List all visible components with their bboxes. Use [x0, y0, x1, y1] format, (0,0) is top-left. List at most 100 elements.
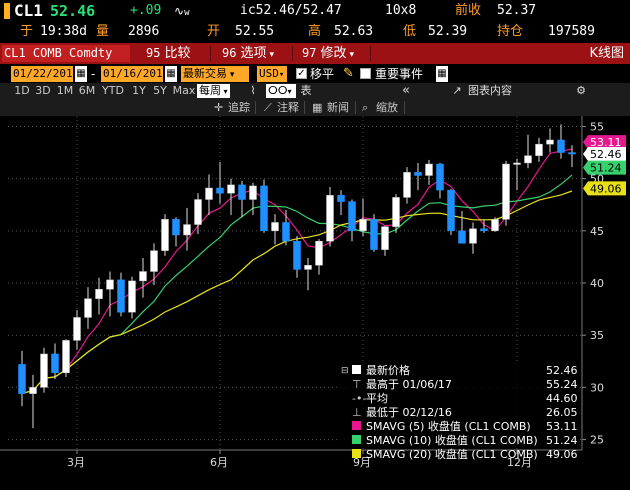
collapse-icon[interactable]: «	[395, 84, 417, 98]
compare-menu[interactable]: 95 比较	[146, 45, 190, 62]
table-label[interactable]: 表	[300, 84, 312, 98]
tracking-tool[interactable]: 追踪	[228, 99, 250, 116]
end-calendar-icon[interactable]: ▦	[165, 66, 177, 82]
legend-low-icon: ⊥	[352, 406, 362, 419]
period-1d[interactable]: 1D	[13, 84, 31, 98]
legend-high-icon: ⊤	[352, 378, 362, 391]
price-chart[interactable]: 25303540455055 3月 6月 9月 12月 53.1152.4651.24…	[0, 116, 630, 490]
menu-divider	[370, 46, 371, 61]
candle-body	[469, 228, 477, 244]
candle-body	[403, 172, 411, 198]
events-grid-icon[interactable]: ▦	[436, 66, 448, 82]
chart-content-icon[interactable]: ↗	[450, 84, 464, 98]
candle-body	[271, 222, 279, 232]
price-mode-value: 最新交易	[183, 67, 227, 80]
frequency-dropdown-icon: ▾	[221, 87, 228, 96]
news-icon[interactable]: ▦	[312, 99, 322, 116]
ticker[interactable]: CL1	[14, 0, 43, 22]
period-ytd[interactable]: YTD	[100, 84, 126, 98]
period-max[interactable]: Max	[172, 84, 196, 98]
legend-low-value: 26.05	[546, 406, 578, 419]
sma-10-tag-text: 51.24	[590, 162, 622, 175]
chart-content-label[interactable]: 图表内容	[468, 84, 518, 98]
date-range-separator: -	[91, 67, 96, 81]
events-checkbox[interactable]	[360, 68, 371, 79]
open-value: 52.55	[235, 24, 275, 39]
period-5y[interactable]: 5Y	[151, 84, 169, 98]
candle-body	[106, 279, 114, 290]
frequency-select[interactable]: 每周 ▾	[197, 84, 230, 98]
y-tick-label: 35	[590, 329, 604, 342]
candle-body	[194, 199, 202, 225]
candle-body	[117, 279, 125, 313]
price-mode-dropdown-icon: ▾	[227, 70, 235, 80]
prev-close-label: 前收	[455, 3, 482, 18]
candle-body	[128, 280, 136, 313]
candle	[447, 189, 455, 235]
period-6m[interactable]: 6M	[78, 84, 96, 98]
bid-ask-size: 10x8	[385, 3, 417, 18]
quote-row-secondary: 于 19:38d 量 2896 开 52.55 高 52.63 低 52.39 …	[0, 22, 630, 42]
legend-avg-label: 平均	[366, 392, 388, 405]
crosshair-icon[interactable]: ✛	[214, 99, 223, 116]
candle-body	[216, 187, 224, 194]
security-name[interactable]: CL1 COMB Comdty	[2, 45, 130, 62]
end-date-input[interactable]: 01/16/2017	[101, 66, 169, 82]
chart-legend: ⊟ 最新价格 52.46 ⊤ 最高于 01/06/17 55.24 -•- 平均 44.60 ⊥ 最…	[340, 362, 580, 461]
legend-series-value: 53.11	[546, 420, 578, 433]
candle	[370, 214, 378, 252]
line-chart-icon[interactable]: ⌇	[244, 84, 262, 98]
annotation-toolbar: ✛ 追踪 ⟋ 注释 ▦ 新闻 ⌕ 缩放	[0, 99, 630, 116]
options-menu[interactable]: 96 选项 ▾	[222, 45, 274, 62]
candle-body	[337, 195, 345, 202]
modify-menu[interactable]: 97 修改 ▾	[302, 45, 354, 62]
menu-divider	[292, 46, 293, 61]
shift-checkbox[interactable]: ✓	[296, 68, 307, 79]
chart-style-select[interactable]: ⵔⵔ▾	[266, 84, 296, 98]
legend-series-swatch	[352, 449, 361, 458]
open-label: 开	[207, 24, 221, 39]
annotate-icon[interactable]: ⟋	[264, 99, 272, 116]
candle	[502, 160, 510, 226]
candle-body	[205, 187, 213, 200]
candle-body	[161, 219, 169, 251]
start-date-input[interactable]: 01/22/2016	[11, 66, 79, 82]
settings-gear-icon[interactable]: ⚙	[574, 84, 588, 98]
last-price-tag-text: 52.46	[590, 148, 622, 161]
last-price-tag: 52.46	[583, 146, 626, 161]
candle-body	[381, 226, 389, 250]
currency-select[interactable]: USD▾	[257, 66, 287, 82]
zoom-tool[interactable]: 缩放	[376, 99, 398, 116]
legend-low-label: 最低于 02/12/16	[366, 406, 452, 419]
legend-avg-icon: -•-	[352, 392, 366, 405]
candle-body	[480, 228, 488, 232]
period-1y[interactable]: 1Y	[130, 84, 148, 98]
chart-type-label: K线图	[589, 46, 624, 61]
chart-style-icon: ⵔⵔ	[268, 84, 288, 97]
candle	[40, 347, 48, 393]
candle-body	[84, 298, 92, 318]
modify-dropdown-icon: ▾	[349, 50, 354, 60]
legend-series-label: SMAVG (5) 收盘值 (CL1 COMB)	[366, 419, 531, 433]
candle-body	[139, 271, 147, 282]
period-3d[interactable]: 3D	[34, 84, 52, 98]
candle-body	[62, 340, 70, 374]
price-mode-select[interactable]: 最新交易 ▾	[181, 66, 249, 82]
zoom-icon[interactable]: ⌕	[362, 99, 368, 116]
legend-price-title: 最新价格	[366, 363, 410, 377]
legend-series-label: SMAVG (10) 收盘值 (CL1 COMB)	[366, 433, 538, 447]
net-change: +.09	[130, 3, 162, 18]
annotate-tool[interactable]: 注释	[277, 99, 299, 116]
toolbar-divider	[304, 101, 305, 114]
date-range-row: 01/22/2016 ▦ - 01/16/2017 ▦ 最新交易 ▾ USD▾ …	[0, 65, 630, 83]
candle	[128, 276, 136, 319]
pencil-icon[interactable]: ✎	[343, 65, 354, 83]
low-value: 52.39	[428, 24, 468, 39]
start-calendar-icon[interactable]: ▦	[75, 66, 87, 82]
period-1m[interactable]: 1M	[56, 84, 74, 98]
news-tool[interactable]: 新闻	[327, 99, 349, 116]
events-label: 重要事件	[375, 67, 424, 81]
options-menu-label: 选项	[240, 46, 267, 61]
menu-divider	[210, 46, 211, 61]
high-value: 52.63	[334, 24, 374, 39]
